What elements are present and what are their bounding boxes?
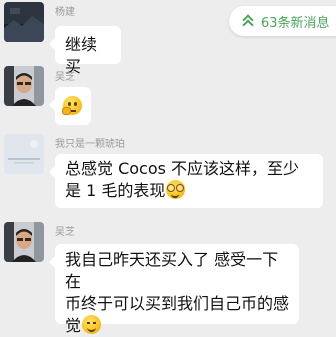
avatar[interactable] bbox=[4, 66, 44, 106]
message-text: 觉 bbox=[65, 316, 82, 335]
message-bubble[interactable]: 继续买 bbox=[49, 26, 121, 76]
pale-blue-avatar-image bbox=[4, 134, 44, 174]
message-item: 吴芝 bbox=[0, 66, 336, 126]
new-messages-label: 63条新消息 bbox=[261, 15, 330, 31]
nerd-face-emoji bbox=[166, 180, 186, 199]
message-text-line: 是 1 毛的表现 bbox=[65, 180, 313, 202]
message-item: 我只是一颗琥珀 总感觉 Cocos 不应该这样，至少 是 1 毛的表现 bbox=[0, 132, 336, 208]
avatar[interactable] bbox=[4, 222, 44, 262]
message-bubble[interactable]: 我自己昨天还买入了 感受一下在 币终于可以买到我们自己币的感 觉 bbox=[49, 244, 299, 335]
sender-name: 吴芝 bbox=[55, 72, 75, 83]
double-chevron-up-icon bbox=[241, 14, 255, 28]
smiling-face-emoji bbox=[82, 315, 102, 334]
message-item: 吴芝 我自己昨天还买入了 感受一下在 币终于可以买到我们自己币的感 觉 bbox=[0, 218, 336, 335]
message-text-line: 总感觉 Cocos 不应该这样，至少 bbox=[65, 159, 300, 178]
chat-window: 杨建 继续买 吴芝 我只是一颗琥珀 总感觉 Cocos 不应该这样，至少 是 1… bbox=[0, 0, 336, 335]
man-in-car-avatar-image bbox=[4, 222, 44, 262]
message-text-line: 觉 bbox=[65, 315, 289, 337]
sender-name: 杨建 bbox=[55, 7, 75, 18]
message-bubble[interactable] bbox=[49, 87, 91, 125]
sender-name: 我只是一颗琥珀 bbox=[55, 139, 125, 150]
thinking-face-emoji bbox=[62, 96, 82, 115]
dark-landscape-avatar-image bbox=[4, 2, 44, 42]
message-text: 是 1 毛的表现 bbox=[65, 181, 166, 200]
message-bubble[interactable]: 总感觉 Cocos 不应该这样，至少 是 1 毛的表现 bbox=[49, 154, 323, 208]
avatar[interactable] bbox=[4, 134, 44, 174]
sender-name: 吴芝 bbox=[55, 227, 75, 238]
message-text-line: 我自己昨天还买入了 感受一下在 bbox=[65, 250, 279, 291]
new-messages-button[interactable]: 63条新消息 bbox=[229, 6, 336, 36]
avatar[interactable] bbox=[4, 2, 44, 42]
message-text-line: 币终于可以买到我们自己币的感 bbox=[65, 294, 290, 313]
man-in-car-avatar-image bbox=[4, 66, 44, 106]
